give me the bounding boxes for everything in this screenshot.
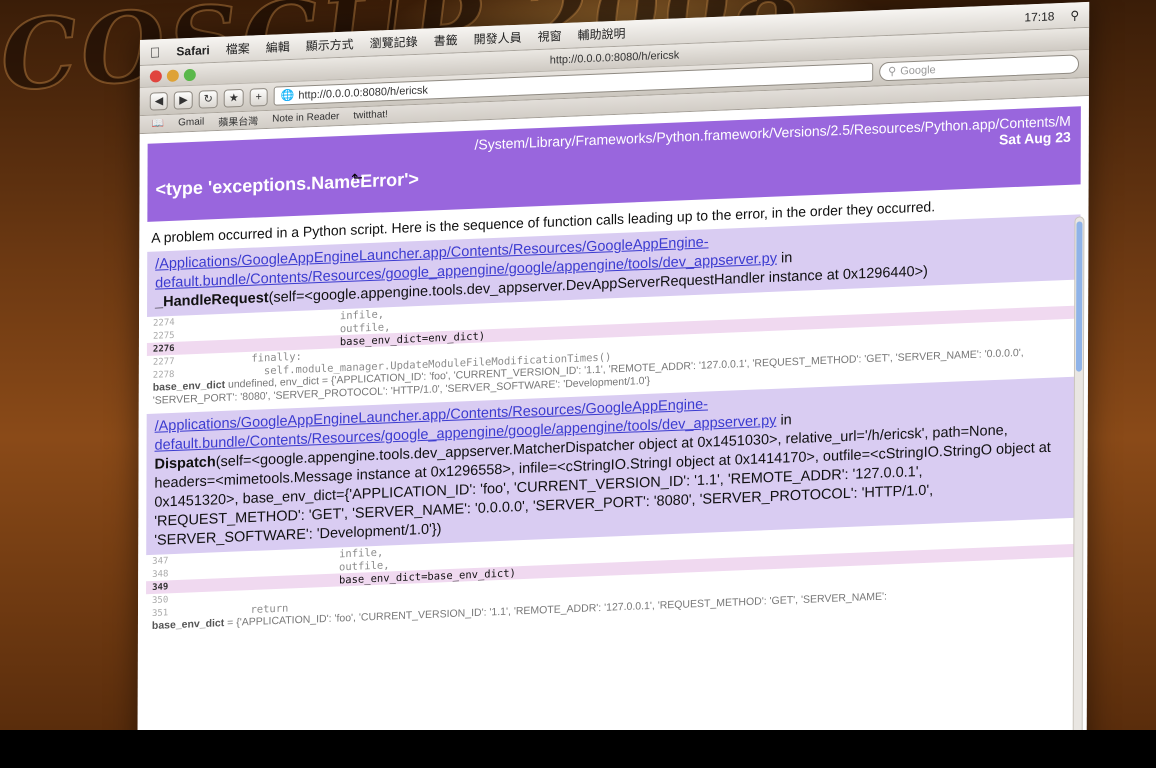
line-number: 351 [151, 607, 169, 619]
bookmark-gmail[interactable]: Gmail [178, 116, 204, 128]
bookmark-note-in-reader[interactable]: Note in Reader [272, 111, 339, 125]
line-number: 2275 [152, 330, 175, 342]
search-icon: ⚲ [888, 65, 897, 79]
menubar-clock[interactable]: 17:18 [1024, 9, 1054, 24]
letterbox-bar [0, 730, 1156, 768]
menu-window[interactable]: 視窗 [538, 27, 562, 45]
minimize-button[interactable] [166, 69, 179, 82]
frame-function: _HandleRequest [155, 290, 269, 311]
error-type: <type 'exceptions.NameError'> [155, 168, 419, 200]
close-button[interactable] [149, 70, 162, 83]
globe-icon: 🌐 [280, 89, 295, 103]
window-title: http://0.0.0.0:8080/h/ericsk [549, 48, 680, 67]
page-content: /System/Library/Frameworks/Python.framew… [137, 95, 1089, 730]
menu-file[interactable]: 檔案 [226, 40, 250, 58]
line-number: 349 [152, 581, 169, 593]
back-button[interactable]: ◀ [149, 91, 169, 111]
bookmarks-book-icon[interactable]: 📖 [152, 118, 164, 130]
menu-edit[interactable]: 編輯 [266, 38, 290, 56]
menu-history[interactable]: 瀏覽記錄 [370, 33, 418, 52]
error-date: Sat Aug 23 [998, 128, 1071, 148]
vertical-scrollbar[interactable] [1072, 216, 1085, 730]
address-text: http://0.0.0.0:8080/h/ericsk [298, 83, 428, 102]
bookmark-button[interactable]: ★ [223, 88, 244, 108]
forward-button[interactable]: ▶ [174, 90, 193, 110]
line-number: 347 [152, 555, 169, 567]
search-placeholder: Google [900, 63, 936, 78]
frame-in-label: in [776, 249, 793, 267]
projected-screen:  Safari 檔案 編輯 顯示方式 瀏覽記錄 書籤 開發人員 視窗 輔助說明… [137, 1, 1090, 730]
error-script-path: /System/Library/Frameworks/Python.framew… [474, 112, 1071, 153]
bookmark-twitthat[interactable]: twitthat! [353, 109, 387, 121]
line-number: 2277 [152, 356, 175, 368]
apple-icon[interactable]:  [150, 44, 161, 60]
menu-view[interactable]: 顯示方式 [306, 35, 354, 54]
spotlight-icon[interactable]: ⚲ [1070, 8, 1079, 22]
line-number: 348 [152, 568, 169, 580]
line-number: 350 [152, 594, 169, 606]
search-field[interactable]: ⚲ Google [879, 54, 1080, 82]
projection-room: COSCUP 2008  Safari 檔案 編輯 顯示方式 瀏覽記錄 書籤 … [0, 0, 1156, 730]
window-controls [149, 68, 196, 83]
menu-help[interactable]: 輔助說明 [578, 25, 626, 44]
mouse-pointer-icon: ⬑ [351, 169, 364, 186]
bookmark-apple-tw[interactable]: 蘋果台灣 [218, 112, 258, 129]
add-bookmark-button[interactable]: + [249, 87, 268, 107]
frame-function: Dispatch [154, 454, 216, 473]
menu-develop[interactable]: 開發人員 [474, 29, 522, 48]
zoom-button[interactable] [183, 68, 196, 82]
scrollbar-thumb[interactable] [1075, 221, 1083, 372]
line-number: 2278 [152, 369, 175, 381]
frame-in-label: in [776, 412, 792, 429]
line-number: 2276 [152, 343, 175, 355]
menu-app-name[interactable]: Safari [176, 43, 209, 58]
line-number: 2274 [152, 317, 175, 329]
menu-bookmarks[interactable]: 書籤 [434, 31, 458, 49]
reload-button[interactable]: ↻ [198, 89, 218, 109]
locals-name: base_env_dict [151, 617, 225, 632]
